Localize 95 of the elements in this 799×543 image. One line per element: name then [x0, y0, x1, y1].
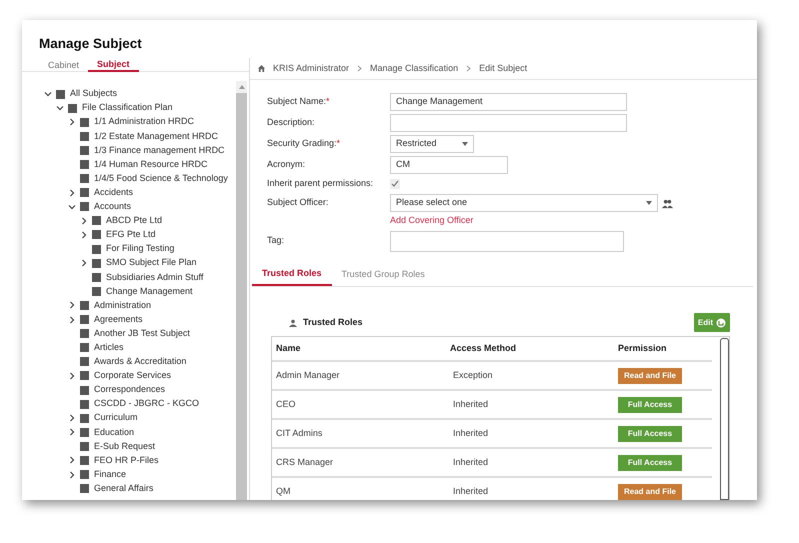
security-grading-select[interactable]: Restricted: [390, 135, 474, 153]
table-cell-text: CRS Manager: [275, 456, 334, 469]
table-cell-text: Inherited: [452, 456, 490, 469]
chevron-down-icon[interactable]: [44, 90, 52, 98]
tree-item[interactable]: 1/3 Finance management HRDC: [94, 144, 225, 158]
tree-item[interactable]: Accounts: [94, 200, 132, 214]
table-cell-text: CEO: [275, 398, 297, 411]
field-label: Security Grading:*: [267, 137, 342, 150]
permission-badge: Read and File: [618, 368, 682, 384]
tab[interactable]: Trusted Group Roles: [332, 263, 435, 286]
chevron-down-icon[interactable]: [68, 202, 76, 211]
breadcrumb-link[interactable]: Manage Classification: [370, 62, 458, 76]
table-cell-text: Exception: [452, 368, 494, 382]
description-field[interactable]: [390, 114, 627, 132]
tree-item[interactable]: E-Sub Request: [94, 440, 156, 454]
tree-item[interactable]: General Affairs: [94, 482, 154, 496]
tree-item[interactable]: 1/4 Human Resource HRDC: [94, 158, 208, 172]
column-header: Name: [275, 342, 302, 355]
tab[interactable]: Cabinet: [39, 58, 88, 72]
table-cell-text: Inherited: [452, 398, 490, 411]
chevron-right-icon[interactable]: [68, 456, 76, 464]
scrollbar[interactable]: [720, 338, 729, 500]
tree-item[interactable]: 1/1 Administration HRDC: [94, 115, 194, 129]
scrollbar[interactable]: [236, 81, 247, 500]
field-label: Subject Officer:: [267, 196, 330, 210]
tree-item[interactable]: Subsidiaries Admin Stuff: [106, 270, 204, 284]
add-covering-officer-link[interactable]: Add Covering Officer: [390, 214, 474, 228]
tree-item[interactable]: Awards & Accreditation: [94, 355, 186, 369]
tree-item[interactable]: CSCDD - JBGRC - KGCO: [94, 397, 200, 411]
chevron-right-icon: [466, 65, 472, 72]
chevron-right-icon[interactable]: [68, 118, 76, 126]
chevron-right-icon[interactable]: [68, 188, 76, 197]
field-label: Acronym:: [267, 158, 306, 172]
tree-item[interactable]: Administration: [94, 298, 152, 312]
person-icon: [289, 318, 297, 326]
chevron-right-icon[interactable]: [80, 216, 88, 225]
chevron-right-icon[interactable]: [68, 414, 76, 422]
edit-icon: [716, 318, 726, 328]
caret-icon: [462, 142, 468, 146]
tag-field[interactable]: [390, 230, 624, 252]
tab[interactable]: Subject: [88, 58, 139, 72]
column-header: Access Method: [450, 342, 518, 355]
column-header: Permission: [618, 342, 667, 355]
subject-name-field[interactable]: Change Management: [390, 93, 627, 111]
tree-item[interactable]: Change Management: [106, 284, 193, 298]
tree-item[interactable]: Curriculum: [94, 411, 138, 425]
permission-badge: Full Access: [618, 396, 682, 412]
field-label: Inherit parent permissions:: [267, 177, 374, 190]
tree-item[interactable]: ABCD Pte Ltd: [106, 214, 162, 228]
tree-item[interactable]: File Classification Plan: [82, 101, 173, 115]
subject-officer-select[interactable]: Please select one: [390, 194, 658, 212]
field-label: Subject Name:*: [267, 95, 331, 108]
tree-item[interactable]: Education: [94, 426, 134, 440]
permission-badge: Full Access: [618, 454, 682, 470]
page-title: Manage Subject: [39, 34, 142, 53]
table-cell-text: CIT Admins: [275, 426, 324, 440]
permission-badge: Full Access: [618, 426, 682, 442]
chevron-down-icon[interactable]: [56, 104, 64, 112]
chevron-right-icon[interactable]: [80, 259, 88, 268]
tree-item[interactable]: All Subjects: [70, 87, 118, 101]
chevron-right-icon[interactable]: [68, 372, 76, 380]
field-label: Description:: [267, 116, 316, 130]
field-label: Tag:: [267, 234, 286, 248]
section-title: Trusted Roles: [303, 316, 363, 329]
table-cell-text: Admin Manager: [275, 368, 341, 382]
caret-icon: [646, 201, 652, 205]
table-cell-text: QM: [275, 484, 292, 498]
tree-item[interactable]: SMO Subject File Plan: [106, 256, 197, 270]
chevron-right-icon[interactable]: [68, 301, 76, 310]
tree-item[interactable]: 1/4/5 Food Science & Technology: [94, 172, 228, 186]
table-cell-text: Inherited: [452, 484, 490, 498]
tree-item[interactable]: Corporate Services: [94, 369, 172, 383]
table-cell-text: Inherited: [452, 426, 490, 440]
tab[interactable]: Trusted Roles: [252, 263, 332, 286]
acronym-field[interactable]: CM: [390, 156, 508, 174]
checkbox[interactable]: [390, 179, 400, 189]
chevron-right-icon[interactable]: [68, 316, 76, 324]
tree-item[interactable]: For Filing Testing: [106, 242, 174, 256]
chevron-right-icon[interactable]: [80, 230, 88, 239]
tree-item[interactable]: Correspondences: [94, 383, 166, 397]
tree-item[interactable]: Accidents: [94, 186, 134, 200]
tree-item[interactable]: Articles: [94, 340, 124, 354]
tree-item[interactable]: EFG Pte Ltd: [106, 228, 156, 242]
people-icon[interactable]: [662, 198, 673, 208]
chevron-right-icon[interactable]: [68, 470, 76, 479]
permission-badge: Read and File: [618, 484, 682, 500]
home-icon[interactable]: [258, 65, 265, 72]
tree-item[interactable]: FEO HR P-Files: [94, 454, 159, 468]
tree-item[interactable]: 1/2 Estate Management HRDC: [94, 130, 218, 144]
tree-item[interactable]: Another JB Test Subject: [94, 326, 190, 340]
tree-item[interactable]: Agreements: [94, 312, 143, 326]
tree-item[interactable]: Finance: [94, 468, 126, 482]
breadcrumb-link[interactable]: KRIS Administrator: [273, 62, 350, 76]
chevron-right-icon: [357, 65, 362, 72]
chevron-right-icon[interactable]: [68, 428, 76, 436]
